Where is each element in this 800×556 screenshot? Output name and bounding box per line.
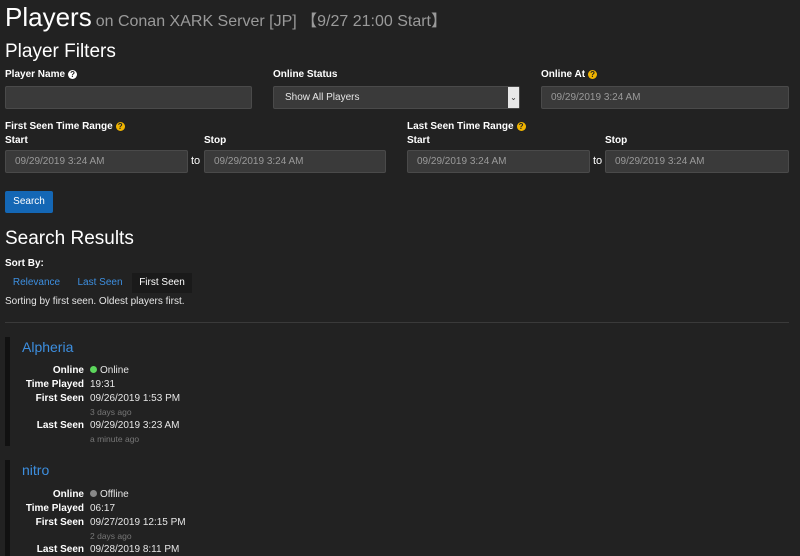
last-seen-start-input[interactable]: 09/29/2019 3:24 AM (407, 150, 590, 173)
chevron-down-icon[interactable]: ⌄ (508, 87, 519, 108)
first-seen-key: First Seen (35, 517, 84, 528)
time-played-key: Time Played (25, 379, 84, 390)
first-seen-range-label-text: First Seen Time Range (5, 121, 113, 132)
last-seen-stop-label: Stop (605, 135, 628, 146)
last-seen-start-label: Start (407, 135, 430, 146)
first-seen-range-label: First Seen Time Range? (5, 121, 125, 132)
last-seen-value: 09/28/2019 8:11 PM (90, 544, 180, 555)
last-seen-range-label: Last Seen Time Range? (407, 121, 526, 132)
help-icon[interactable]: ? (115, 122, 125, 131)
online-status-label: Online Status (273, 69, 338, 80)
results-divider (5, 322, 789, 323)
player-name-label: Player Name? (5, 69, 78, 80)
online-at-label: Online At? (541, 69, 598, 80)
online-value: Online (90, 365, 129, 376)
last-seen-stop-input[interactable]: 09/29/2019 3:24 AM (605, 150, 789, 173)
first-seen-start-label: Start (5, 135, 28, 146)
help-icon[interactable]: ? (68, 70, 78, 79)
player-name-label-text: Player Name (5, 69, 66, 80)
first-seen-stop-input[interactable]: 09/29/2019 3:24 AM (204, 150, 386, 173)
range-separator: to (191, 155, 201, 167)
first-seen-key: First Seen (35, 393, 84, 404)
first-seen-value: 09/26/2019 1:53 PM (90, 393, 181, 404)
status-online-icon (90, 366, 97, 373)
status-text: Online (100, 365, 129, 376)
online-status-selected: Show All Players (285, 92, 360, 103)
player-name-link[interactable]: nitro (22, 462, 49, 478)
time-played-value: 19:31 (90, 379, 116, 390)
last-seen-relative: a minute ago (90, 434, 140, 444)
sort-description: Sorting by first seen. Oldest players fi… (5, 296, 185, 307)
player-name-link[interactable]: Alpheria (22, 339, 73, 355)
help-icon[interactable]: ? (588, 70, 598, 79)
last-seen-range-label-text: Last Seen Time Range (407, 121, 514, 132)
first-seen-relative: 2 days ago (90, 531, 132, 541)
first-seen-relative: 3 days ago (90, 407, 132, 417)
search-button[interactable]: Search (5, 191, 53, 213)
first-seen-value: 09/27/2019 12:15 PM (90, 517, 186, 528)
time-played-value: 06:17 (90, 503, 116, 514)
range-separator: to (593, 155, 603, 167)
player-name-input[interactable] (5, 86, 252, 109)
online-key: Online (52, 489, 84, 500)
sort-last-seen[interactable]: Last Seen (70, 273, 130, 293)
results-heading: Search Results (5, 228, 134, 249)
sort-by-label: Sort By: (5, 258, 44, 269)
filters-heading: Player Filters (5, 41, 116, 62)
sort-relevance[interactable]: Relevance (5, 273, 68, 293)
first-seen-stop-label: Stop (204, 135, 227, 146)
page-title: Players on Conan XARK Server [JP] 【9/27 2… (5, 2, 447, 33)
online-status-select[interactable]: Show All Players ⌄ (273, 86, 520, 109)
first-seen-start-input[interactable]: 09/29/2019 3:24 AM (5, 150, 188, 173)
online-value: Offline (90, 489, 129, 500)
last-seen-value: 09/29/2019 3:23 AM (90, 420, 180, 431)
page-title-text: Players (5, 2, 92, 32)
online-at-input[interactable]: 09/29/2019 3:24 AM (541, 86, 789, 109)
sort-first-seen[interactable]: First Seen (132, 273, 192, 293)
status-offline-icon (90, 490, 97, 497)
help-icon[interactable]: ? (516, 122, 526, 131)
online-key: Online (52, 365, 84, 376)
last-seen-key: Last Seen (36, 420, 84, 431)
time-played-key: Time Played (25, 503, 84, 514)
server-subtitle: on Conan XARK Server [JP] 【9/27 21:00 St… (95, 13, 447, 30)
online-at-label-text: Online At (541, 69, 586, 80)
last-seen-key: Last Seen (36, 544, 84, 555)
status-text: Offline (100, 489, 129, 500)
